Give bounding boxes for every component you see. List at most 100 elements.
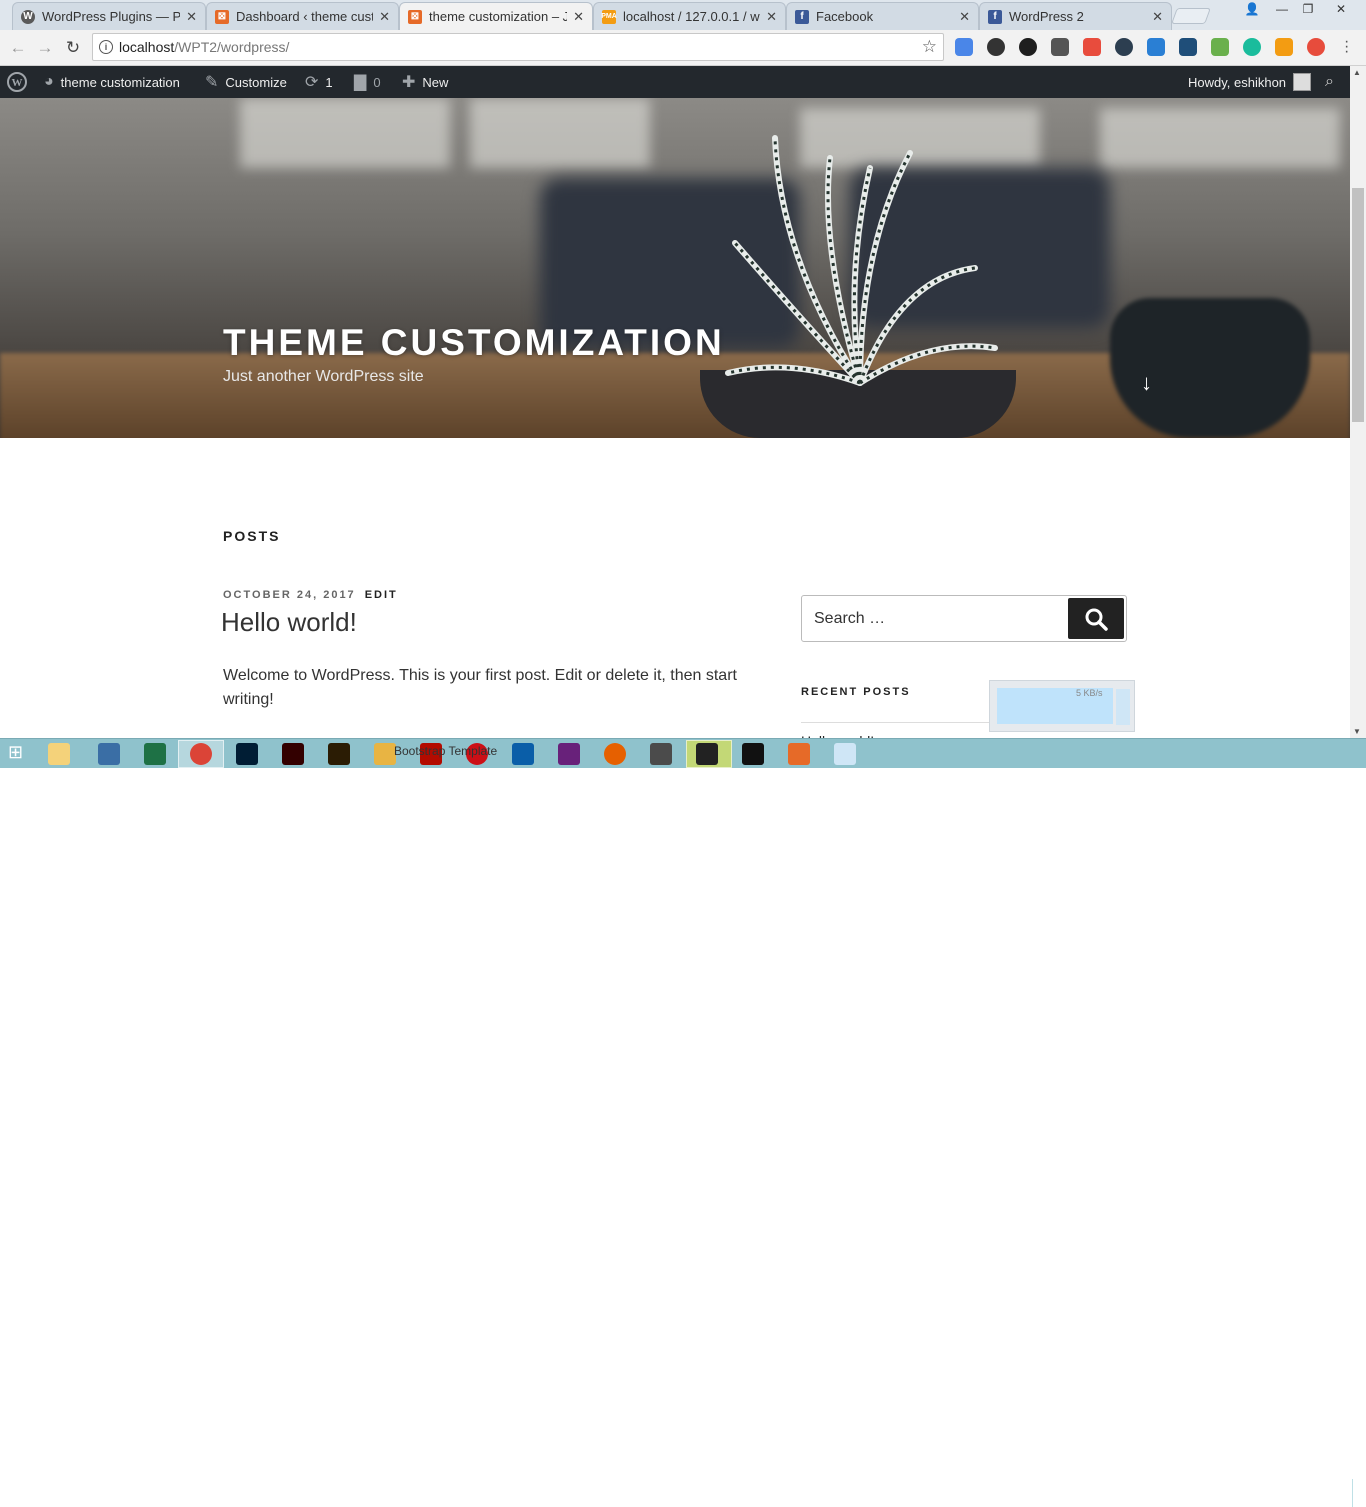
wordpress-logo-icon[interactable]: W [7, 66, 27, 98]
reload-icon[interactable]: ↻ [63, 38, 83, 58]
sublime-text-icon[interactable] [650, 743, 672, 765]
phpmyadmin-icon: PMA [601, 9, 617, 24]
comment-icon: ▇ [354, 74, 367, 91]
firefox-icon[interactable] [604, 743, 626, 765]
edit-link[interactable]: EDIT [365, 589, 398, 601]
network-speed-widget[interactable]: 5 KB/s [989, 680, 1135, 732]
extension-icon[interactable] [1307, 38, 1325, 56]
search-input[interactable]: Search … [814, 610, 885, 628]
extension-icon[interactable] [1179, 38, 1197, 56]
extension-icon[interactable] [987, 38, 1005, 56]
tab-wordpress-plugins[interactable]: W WordPress Plugins — Plu ✕ [12, 2, 206, 30]
chrome-icon[interactable] [190, 743, 212, 765]
tab-wordpress-2[interactable]: f WordPress 2 ✕ [979, 2, 1172, 30]
app-icon[interactable] [742, 743, 764, 765]
battery-icon[interactable]: ▮ [1256, 1485, 1263, 1499]
window-close-icon[interactable]: ✕ [1324, 0, 1358, 18]
extension-icon[interactable] [1051, 38, 1069, 56]
admin-bar-new[interactable]: ✚ New [402, 66, 448, 98]
tab-title: Dashboard ‹ theme custo [236, 9, 374, 24]
file-explorer-icon[interactable] [48, 743, 70, 765]
extension-icon[interactable] [1083, 38, 1101, 56]
notepad-icon[interactable] [834, 743, 856, 765]
admin-bar-comments[interactable]: ▇ 0 [354, 66, 381, 98]
app-icon[interactable] [696, 743, 718, 765]
customize-label: Customize [225, 74, 287, 90]
browser-tab-strip: W WordPress Plugins — Plu ✕ ⊠ Dashboard … [0, 0, 1366, 30]
arrow-down-icon[interactable]: ↓ [1141, 370, 1152, 396]
posts-heading: POSTS [223, 528, 281, 544]
post-meta: OCTOBER 24, 2017 EDIT [223, 589, 398, 601]
app-icon[interactable] [512, 743, 534, 765]
tab-title: localhost / 127.0.0.1 / wp [623, 9, 761, 24]
forward-icon[interactable]: → [35, 38, 55, 58]
close-icon[interactable]: ✕ [573, 9, 584, 25]
remote-desktop-icon[interactable] [98, 743, 120, 765]
extension-icon[interactable] [1211, 38, 1229, 56]
admin-bar-site-name[interactable]: ◕ theme customization [44, 66, 180, 98]
extension-icon[interactable] [1115, 38, 1133, 56]
post-date[interactable]: OCTOBER 24, 2017 [223, 589, 356, 601]
excel-icon[interactable] [144, 743, 166, 765]
post-title[interactable]: Hello world! [221, 607, 357, 638]
divider [801, 722, 991, 723]
howdy-label: Howdy, eshikhon [1188, 74, 1287, 90]
close-icon[interactable]: ✕ [379, 9, 390, 25]
scrollbar-thumb[interactable] [1352, 188, 1364, 422]
windows-start-icon[interactable]: ⊞ [8, 742, 30, 764]
url-host: localhost [119, 39, 175, 55]
illustrator-icon[interactable] [282, 743, 304, 765]
tab-dashboard[interactable]: ⊠ Dashboard ‹ theme custo ✕ [206, 2, 399, 30]
header-image: THEME CUSTOMIZATION Just another WordPre… [0, 98, 1350, 438]
new-tab-button[interactable] [1171, 8, 1211, 24]
recent-posts-heading: RECENT POSTS [801, 686, 911, 698]
admin-bar-updates[interactable]: ⟳ 1 [305, 66, 333, 98]
close-icon[interactable]: ✕ [1152, 9, 1163, 25]
comments-count: 0 [373, 74, 381, 90]
photoshop-icon[interactable] [236, 743, 258, 765]
taskbar-clock[interactable]: 09:52 PM [1286, 1485, 1333, 1497]
page-scrollbar[interactable]: ▲ ▼ [1350, 66, 1366, 738]
tab-theme-customization[interactable]: ⊠ theme customization – Ju ✕ [399, 2, 593, 30]
close-icon[interactable]: ✕ [186, 9, 197, 25]
chrome-menu-icon[interactable]: · · · [1344, 34, 1349, 60]
search-icon[interactable]: ⌕ [1325, 66, 1334, 98]
profile-icon[interactable]: 👤 [1238, 0, 1266, 18]
minimize-icon[interactable]: — [1268, 0, 1296, 18]
extension-icon[interactable] [1275, 38, 1293, 56]
info-icon[interactable]: i [99, 40, 113, 54]
translate-extension-icon[interactable] [955, 38, 973, 56]
svg-text:W: W [12, 77, 23, 89]
show-desktop-button[interactable] [1352, 1479, 1366, 1507]
updates-icon: ⟳ [305, 74, 319, 91]
site-title[interactable]: THEME CUSTOMIZATION [223, 322, 725, 364]
search-button[interactable] [1068, 598, 1124, 639]
back-icon[interactable]: ← [8, 38, 28, 58]
volume-icon[interactable]: ♪ [1232, 1485, 1238, 1499]
visual-studio-icon[interactable] [558, 743, 580, 765]
close-icon[interactable]: ✕ [959, 9, 970, 25]
folder-icon[interactable] [374, 743, 396, 765]
bookmark-star-icon[interactable]: ☆ [922, 37, 937, 57]
bootstrap-template-label: Bootstrap Template [394, 744, 498, 758]
network-tray-icon[interactable]: ⌂ [1208, 1485, 1215, 1499]
download-extension-icon[interactable] [1147, 38, 1165, 56]
search-widget: Search … [801, 595, 1127, 642]
admin-bar-customize[interactable]: ✎ Customize [205, 66, 287, 98]
scroll-down-icon[interactable]: ▼ [1353, 727, 1361, 736]
close-icon[interactable]: ✕ [766, 9, 777, 25]
scroll-up-icon[interactable]: ▲ [1353, 68, 1361, 77]
address-bar[interactable]: i localhost/WPT2/wordpress/ ☆ [92, 33, 944, 61]
restore-icon[interactable]: ❐ [1294, 0, 1322, 18]
tab-phpmyadmin[interactable]: PMA localhost / 127.0.0.1 / wp ✕ [593, 2, 786, 30]
bridge-icon[interactable] [328, 743, 350, 765]
tray-chevron-icon[interactable]: ▴ [1186, 1485, 1192, 1499]
xampp-icon[interactable] [788, 743, 810, 765]
download-arrow-icon [1116, 689, 1130, 725]
tab-facebook[interactable]: f Facebook ✕ [786, 2, 979, 30]
extension-icon[interactable] [1243, 38, 1261, 56]
admin-bar-my-account[interactable]: Howdy, eshikhon [1188, 66, 1312, 98]
updates-count: 1 [325, 74, 333, 90]
new-label: New [422, 74, 449, 90]
extension-icon[interactable] [1019, 38, 1037, 56]
